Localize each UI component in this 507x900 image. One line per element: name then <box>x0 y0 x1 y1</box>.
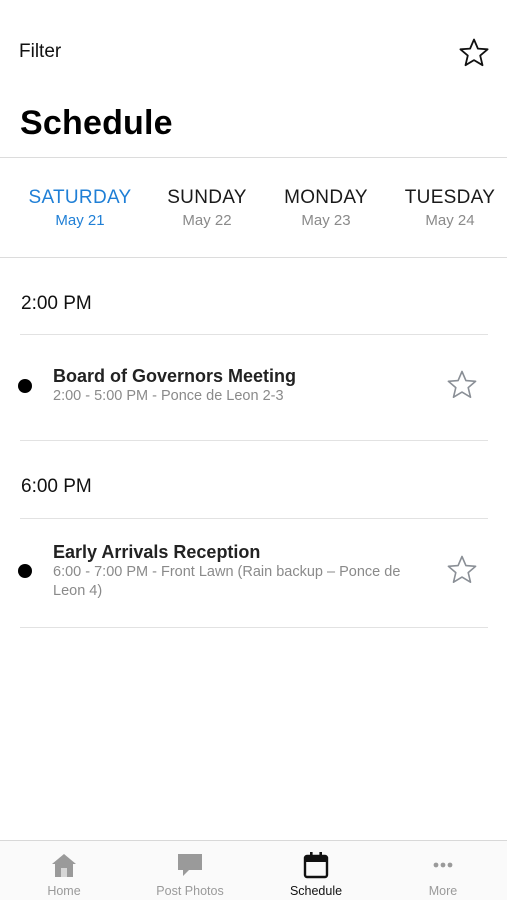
tab-label: Home <box>47 884 81 898</box>
tab-label: More <box>428 884 458 898</box>
star-outline-icon[interactable] <box>446 554 478 586</box>
bottom-tab-bar: Home Post Photos Schedule More <box>0 840 507 900</box>
day-name: SUNDAY <box>167 187 247 208</box>
session-row[interactable]: Early Arrivals Reception 6:00 - 7:00 PM … <box>0 519 507 627</box>
star-outline-icon[interactable] <box>458 37 490 69</box>
day-selector-divider <box>0 257 507 258</box>
session-bullet <box>18 564 32 578</box>
tab-home[interactable]: Home <box>1 841 127 900</box>
tab-label: Schedule <box>289 884 343 898</box>
page-title: Schedule <box>20 104 173 142</box>
tab-post-photos[interactable]: Post Photos <box>127 841 253 900</box>
day-date: May 23 <box>301 212 351 229</box>
session-title: Early Arrivals Reception <box>53 542 261 562</box>
day-selector: SATURDAY May 21 SUNDAY May 22 MONDAY May… <box>0 158 507 257</box>
tab-label: Post Photos <box>156 884 224 898</box>
home-icon <box>52 854 76 877</box>
tab-more[interactable]: More <box>380 841 506 900</box>
row-divider <box>20 627 488 628</box>
calendar-icon <box>303 852 329 879</box>
day-tab-tuesday[interactable]: TUESDAY May 24 <box>390 187 507 229</box>
day-tab-sunday[interactable]: SUNDAY May 22 <box>147 187 267 229</box>
session-details: 2:00 - 5:00 PM - Ponce de Leon 2-3 <box>53 388 284 404</box>
filter-button[interactable]: Filter <box>19 41 61 63</box>
day-date: May 21 <box>55 212 105 229</box>
day-date: May 22 <box>182 212 232 229</box>
session-row[interactable]: Board of Governors Meeting 2:00 - 5:00 P… <box>0 335 507 440</box>
chat-bubble-icon <box>178 854 202 876</box>
session-details: 6:00 - 7:00 PM - Front Lawn (Rain backup… <box>53 564 401 599</box>
day-tab-saturday[interactable]: SATURDAY May 21 <box>20 187 140 229</box>
more-dots-icon <box>433 862 453 868</box>
time-group-header: 6:00 PM <box>21 476 92 497</box>
day-name: TUESDAY <box>404 187 496 208</box>
day-date: May 24 <box>425 212 475 229</box>
top-bar: Filter <box>0 0 507 100</box>
day-name: SATURDAY <box>28 187 132 208</box>
day-tab-monday[interactable]: MONDAY May 23 <box>266 187 386 229</box>
tab-schedule[interactable]: Schedule <box>253 841 379 900</box>
session-bullet <box>18 379 32 393</box>
star-outline-icon[interactable] <box>446 369 478 401</box>
time-group-header: 2:00 PM <box>21 293 92 314</box>
day-name: MONDAY <box>284 187 368 208</box>
session-title: Board of Governors Meeting <box>53 366 297 386</box>
row-divider <box>20 440 488 441</box>
